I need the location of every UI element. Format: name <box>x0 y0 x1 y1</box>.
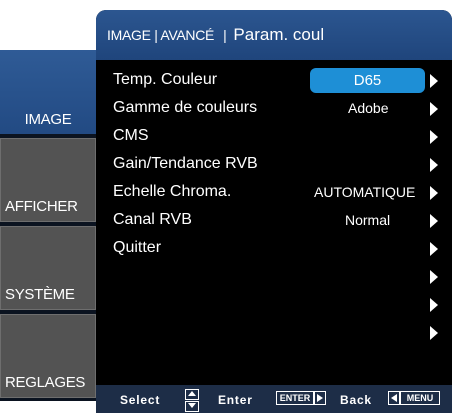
tab-reglages[interactable]: REGLAGES <box>0 314 96 398</box>
tab-afficher-label: AFFICHER <box>5 198 78 215</box>
setting-row-quitter[interactable]: Quitter <box>96 235 452 263</box>
tab-image[interactable]: IMAGE <box>0 50 96 134</box>
play-left-icon <box>388 391 400 405</box>
setting-value: Adobe <box>348 100 389 116</box>
setting-row-canal-rvb[interactable]: Canal RVB Normal <box>96 207 452 235</box>
arrow-right-icon[interactable] <box>430 186 438 200</box>
setting-row-empty <box>96 291 452 319</box>
setting-label: Quitter <box>113 239 162 256</box>
enter-hint-label: Enter <box>218 393 253 407</box>
tab-afficher[interactable]: AFFICHER <box>0 138 96 222</box>
arrow-right-icon <box>430 326 438 340</box>
footer-hint-bar: Select Enter ENTER Back MENU <box>96 385 452 413</box>
setting-row-gamme-couleurs[interactable]: Gamme de couleurs Adobe <box>96 95 452 123</box>
tab-reglages-label: REGLAGES <box>5 374 86 391</box>
setting-label: CMS <box>113 127 149 144</box>
arrow-right-icon[interactable] <box>430 130 438 144</box>
up-down-arrows-icon <box>185 389 199 412</box>
setting-row-cms[interactable]: CMS <box>96 123 452 151</box>
setting-row-echelle-chroma[interactable]: Echelle Chroma. AUTOMATIQUE <box>96 179 452 207</box>
setting-row-empty <box>96 263 452 291</box>
tab-image-label: IMAGE <box>24 111 72 128</box>
arrow-right-icon[interactable] <box>430 102 438 116</box>
setting-label: Echelle Chroma. <box>113 183 232 200</box>
arrow-right-icon[interactable] <box>430 74 438 88</box>
back-hint-label: Back <box>340 393 372 407</box>
menu-key-icon: MENU <box>400 391 440 405</box>
play-right-icon <box>314 391 326 405</box>
tab-systeme-label: SYSTÈME <box>5 286 75 303</box>
setting-row-temp-couleur[interactable]: Temp. Couleur D65 <box>96 67 452 95</box>
setting-value: Normal <box>345 212 391 228</box>
setting-row-gain-tendance[interactable]: Gain/Tendance RVB <box>96 151 452 179</box>
tab-systeme[interactable]: SYSTÈME <box>0 226 96 310</box>
enter-key-icon: ENTER <box>276 391 314 405</box>
arrow-right-icon[interactable] <box>430 158 438 172</box>
setting-row-empty <box>96 319 452 347</box>
setting-label: Canal RVB <box>113 211 192 228</box>
arrow-right-icon[interactable] <box>430 214 438 228</box>
menu-header: IMAGE | AVANCÉ | Param. coul <box>96 10 452 60</box>
setting-value-selected[interactable]: D65 <box>310 68 425 93</box>
select-hint-label: Select <box>120 393 161 407</box>
osd-menu-panel: IMAGE | AVANCÉ | Param. coul Temp. Coule… <box>96 10 452 413</box>
setting-label: Gain/Tendance RVB <box>113 155 258 172</box>
category-tabs: IMAGE AFFICHER SYSTÈME REGLAGES <box>0 50 96 401</box>
arrow-right-icon <box>430 270 438 284</box>
breadcrumb-separator: | <box>223 27 227 43</box>
arrow-right-icon[interactable] <box>430 242 438 256</box>
setting-value: AUTOMATIQUE <box>314 184 416 200</box>
page-title: Param. coul <box>233 25 325 44</box>
arrow-right-icon <box>430 298 438 312</box>
setting-label: Temp. Couleur <box>113 71 218 88</box>
setting-label: Gamme de couleurs <box>113 99 258 116</box>
breadcrumb: IMAGE | AVANCÉ <box>107 27 215 43</box>
